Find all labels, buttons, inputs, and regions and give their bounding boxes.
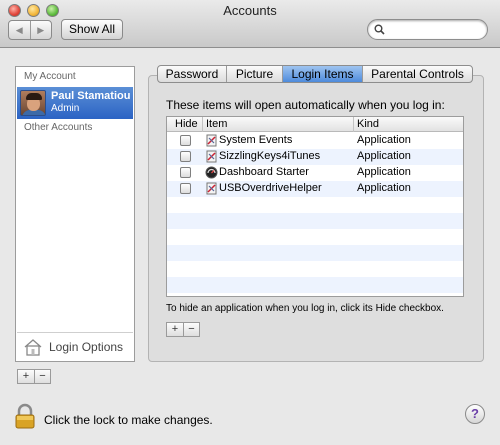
- table-row[interactable]: Dashboard Starter Application: [167, 165, 463, 181]
- login-items-intro: These items will open automatically when…: [166, 98, 445, 112]
- empty-row: [167, 261, 463, 277]
- remove-account-button[interactable]: −: [34, 370, 50, 383]
- lock-message: Click the lock to make changes.: [44, 413, 213, 427]
- hide-checkbox[interactable]: [180, 151, 191, 162]
- app-icon: [206, 182, 217, 195]
- column-header-hide[interactable]: Hide: [175, 118, 198, 130]
- tab-parental-controls[interactable]: Parental Controls: [362, 66, 472, 82]
- item-kind: Application: [357, 166, 411, 178]
- tab-picture[interactable]: Picture: [226, 66, 282, 82]
- item-name: Dashboard Starter: [219, 166, 309, 178]
- login-options-button[interactable]: Login Options: [17, 332, 133, 360]
- item-name: USBOverdriveHelper: [219, 182, 322, 194]
- table-row[interactable]: USBOverdriveHelper Application: [167, 181, 463, 197]
- add-account-button[interactable]: +: [18, 370, 34, 383]
- avatar: [20, 90, 46, 116]
- window-title: Accounts: [223, 3, 277, 18]
- back-button[interactable]: ◀: [9, 21, 30, 39]
- tab-bar: Password Picture Login Items Parental Co…: [157, 65, 473, 83]
- add-login-item-button[interactable]: +: [167, 323, 183, 336]
- my-account-header: My Account: [24, 71, 76, 82]
- hide-checkbox[interactable]: [180, 135, 191, 146]
- forward-button[interactable]: ▶: [29, 21, 52, 39]
- table-header: Hide Item Kind: [167, 117, 463, 132]
- item-name: System Events: [219, 134, 293, 146]
- item-kind: Application: [357, 150, 411, 162]
- empty-row: [167, 213, 463, 229]
- login-options-label: Login Options: [49, 340, 124, 354]
- help-button[interactable]: ?: [465, 404, 485, 424]
- item-kind: Application: [357, 134, 411, 146]
- tab-password[interactable]: Password: [158, 66, 226, 82]
- other-accounts-header: Other Accounts: [24, 122, 93, 133]
- column-header-item[interactable]: Item: [206, 118, 227, 130]
- search-input[interactable]: [388, 22, 482, 37]
- house-icon: [24, 339, 42, 356]
- hide-checkbox[interactable]: [180, 183, 191, 194]
- tab-login-items[interactable]: Login Items: [282, 66, 362, 82]
- remove-login-item-button[interactable]: −: [183, 323, 199, 336]
- accounts-window: Accounts ◀ ▶ Show All My Account Paul St…: [0, 0, 500, 445]
- column-header-kind[interactable]: Kind: [357, 118, 379, 130]
- empty-row: [167, 229, 463, 245]
- account-item-selected[interactable]: Paul Stamatiou Admin: [17, 87, 133, 119]
- account-name: Paul Stamatiou: [51, 90, 131, 102]
- item-name: SizzlingKeys4iTunes: [219, 150, 321, 162]
- app-icon: [206, 134, 217, 147]
- empty-row: [167, 245, 463, 261]
- empty-row: [167, 197, 463, 213]
- back-forward-control: ◀ ▶: [8, 20, 52, 40]
- login-items-table: Hide Item Kind System Events Application: [166, 116, 464, 297]
- dashboard-icon: [205, 166, 218, 179]
- lock-icon[interactable]: [14, 403, 36, 429]
- accounts-list: My Account Paul Stamatiou Admin Other Ac…: [15, 66, 135, 362]
- search-field: [367, 19, 488, 40]
- account-role: Admin: [51, 103, 80, 114]
- login-item-add-remove: + −: [166, 322, 200, 337]
- search-icon: [374, 24, 385, 35]
- toolbar: Accounts ◀ ▶ Show All: [0, 0, 500, 48]
- table-row[interactable]: System Events Application: [167, 133, 463, 149]
- app-icon: [206, 150, 217, 163]
- hide-checkbox[interactable]: [180, 167, 191, 178]
- account-add-remove: + −: [17, 369, 51, 384]
- item-kind: Application: [357, 182, 411, 194]
- empty-row: [167, 277, 463, 293]
- show-all-button[interactable]: Show All: [61, 19, 123, 40]
- table-row[interactable]: SizzlingKeys4iTunes Application: [167, 149, 463, 165]
- hide-hint: To hide an application when you log in, …: [166, 303, 444, 314]
